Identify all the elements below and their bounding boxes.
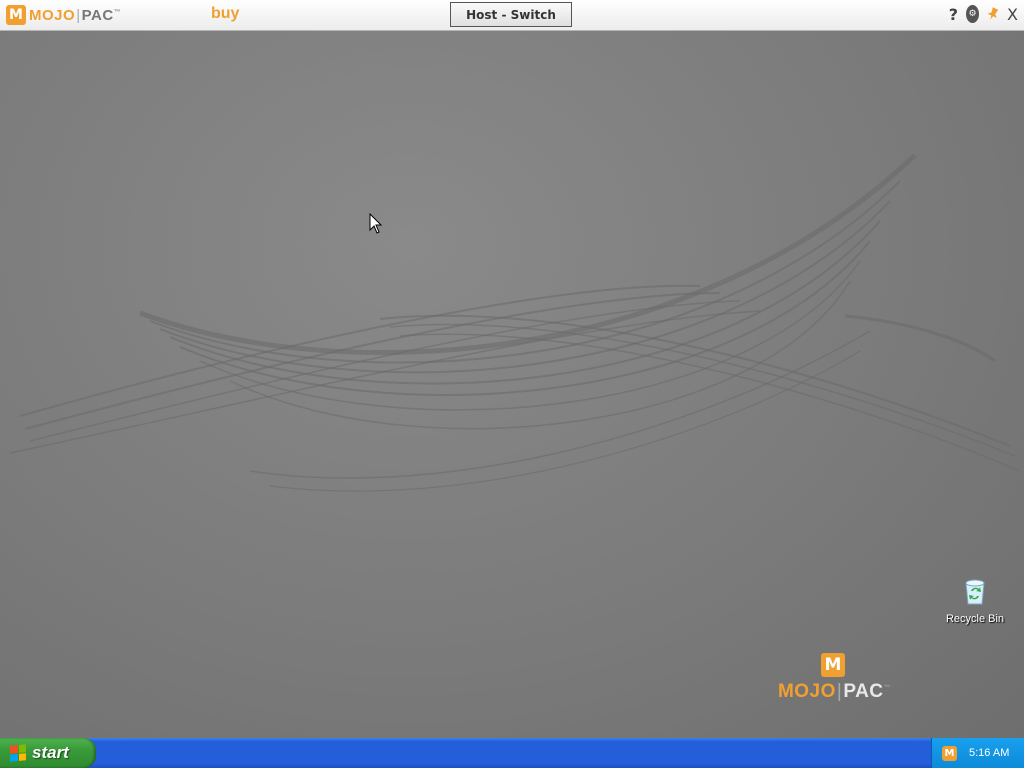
recycle-bin-label: Recycle Bin — [945, 613, 1005, 625]
system-tray: M 5:16 AM — [931, 738, 1024, 768]
mojopac-top-bar: M MOJO|PAC™ buy Host - Switch ? ⚙ X — [0, 0, 1024, 31]
mojopac-tray-icon[interactable]: M — [942, 745, 957, 761]
mojopac-wordmark: MOJO|PAC™ — [29, 6, 122, 24]
buy-link[interactable]: buy — [211, 5, 239, 23]
mojopac-badge-icon: M — [6, 5, 26, 25]
mojopac-logo[interactable]: M MOJO|PAC™ — [6, 4, 121, 26]
mojopac-desktop-watermark: M MOJO|PAC™ — [777, 653, 892, 702]
wallpaper-swoosh — [9, 153, 1021, 492]
pin-icon[interactable] — [987, 5, 999, 23]
taskbar: start M 5:16 AM — [0, 738, 1024, 768]
start-label: start — [32, 743, 69, 762]
settings-icon[interactable]: ⚙ — [966, 5, 980, 23]
windows-flag-icon — [10, 744, 26, 762]
start-button[interactable]: start — [0, 738, 96, 768]
mojopac-badge-icon: M — [821, 653, 845, 677]
top-bar-controls: ? ⚙ X — [949, 5, 1018, 24]
close-icon[interactable]: X — [1007, 5, 1018, 24]
recycle-bin-desktop-icon[interactable]: Recycle Bin — [940, 575, 1010, 625]
recycle-bin-icon — [965, 579, 985, 605]
tray-clock[interactable]: 5:16 AM — [969, 747, 1009, 759]
help-icon[interactable]: ? — [949, 5, 958, 24]
desktop[interactable]: Recycle Bin M MOJO|PAC™ — [0, 31, 1024, 738]
host-switch-button[interactable]: Host - Switch — [450, 2, 572, 27]
mouse-cursor-icon — [369, 213, 383, 234]
